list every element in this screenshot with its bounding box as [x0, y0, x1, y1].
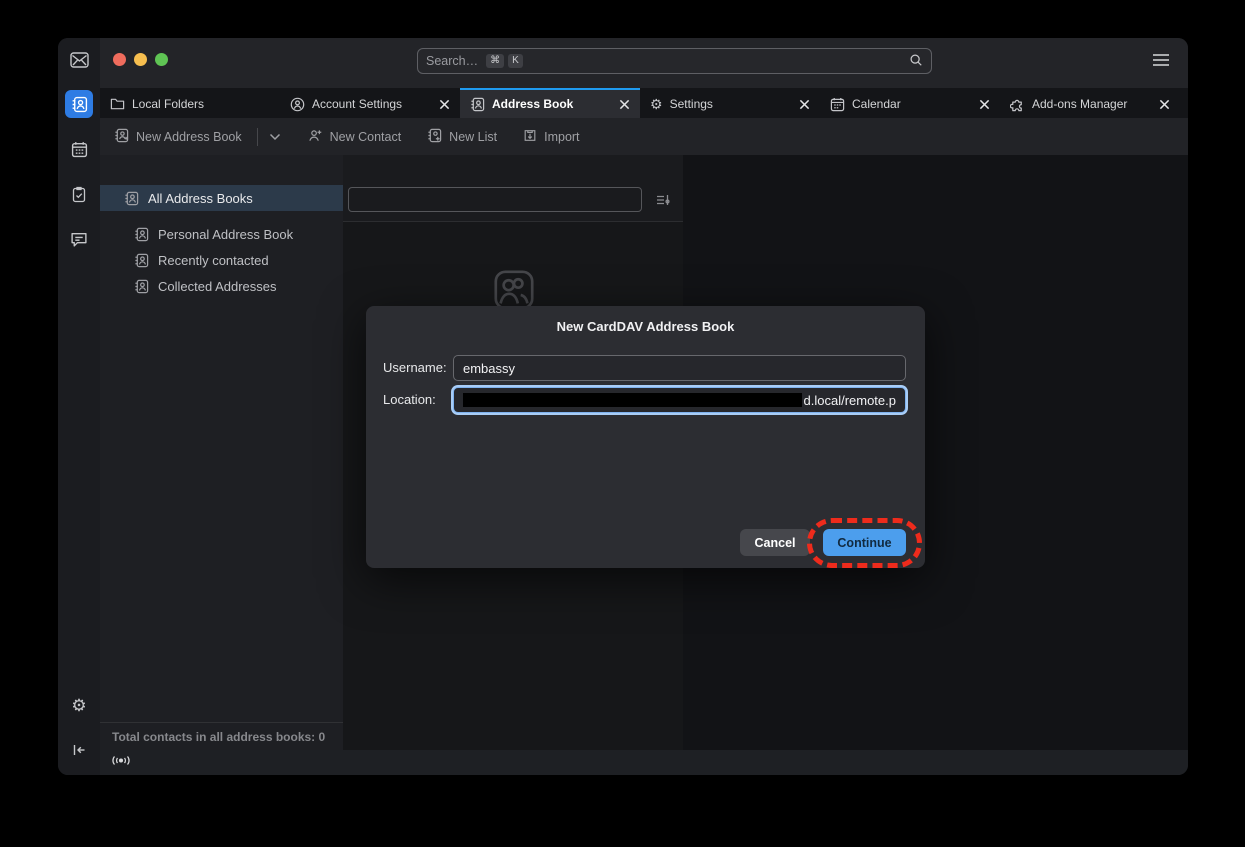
tab-settings[interactable]: ⚙ Settings	[640, 88, 820, 118]
tasks-tab-button[interactable]	[65, 180, 93, 208]
tab-label: Settings	[670, 97, 792, 111]
calendar-tab-button[interactable]	[65, 135, 93, 163]
sidebar-item-label: All Address Books	[148, 191, 253, 206]
dialog-buttons: Cancel Continue	[740, 529, 906, 556]
sidebar-item-label: Recently contacted	[158, 253, 269, 268]
calendar-icon	[71, 141, 88, 158]
chat-icon	[70, 231, 88, 248]
left-icon-rail: ⚙	[58, 38, 100, 775]
status-bar	[100, 750, 1188, 775]
minimize-window-button[interactable]	[134, 53, 147, 66]
new-contact-button[interactable]: New Contact	[307, 128, 402, 146]
cancel-button[interactable]: Cancel	[740, 529, 810, 556]
total-contacts-status: Total contacts in all address books: 0	[100, 722, 343, 750]
import-label: Import	[544, 130, 579, 144]
close-icon[interactable]	[799, 99, 810, 110]
traffic-lights	[113, 53, 168, 66]
broadcast-status-icon	[110, 753, 132, 773]
sidebar-item-recently-contacted[interactable]: Recently contacted	[100, 247, 343, 273]
address-book-toolbar: New Address Book New Contact New List	[100, 118, 1188, 155]
contacts-search-input[interactable]	[348, 187, 642, 212]
command-keycap: ⌘	[486, 54, 504, 68]
tab-label: Add-ons Manager	[1032, 97, 1152, 111]
close-icon[interactable]	[439, 99, 450, 110]
sidebar-item-label: Collected Addresses	[158, 279, 277, 294]
sidebar-item-label: Personal Address Book	[158, 227, 293, 242]
sidebar-item-personal-address-book[interactable]: Personal Address Book	[100, 221, 343, 247]
address-book-icon	[134, 227, 149, 242]
collapse-rail-button[interactable]	[65, 736, 93, 764]
new-list-label: New List	[449, 130, 497, 144]
person-add-icon	[307, 128, 323, 146]
account-icon	[290, 97, 305, 112]
username-value: embassy	[463, 361, 515, 376]
new-address-book-label: New Address Book	[136, 130, 242, 144]
k-keycap: K	[508, 54, 523, 68]
display-options-icon[interactable]	[655, 192, 671, 213]
username-label: Username:	[383, 355, 447, 381]
import-icon	[523, 128, 537, 146]
import-button[interactable]: Import	[523, 128, 579, 146]
new-contact-label: New Contact	[330, 130, 402, 144]
tab-label: Address Book	[492, 97, 612, 111]
new-carddav-dialog: New CardDAV Address Book Username: embas…	[366, 306, 925, 568]
close-window-button[interactable]	[113, 53, 126, 66]
global-search-input[interactable]: Search… ⌘ K	[417, 48, 932, 74]
chevron-down-icon[interactable]	[269, 130, 281, 144]
sidebar-item-all-address-books[interactable]: All Address Books	[100, 185, 343, 211]
gear-icon: ⚙	[71, 697, 86, 714]
tab-label: Local Folders	[132, 97, 270, 111]
address-book-icon	[134, 279, 149, 294]
new-list-button[interactable]: New List	[427, 128, 497, 146]
hamburger-icon	[1152, 54, 1170, 71]
tab-label: Calendar	[852, 97, 972, 111]
contacts-list-header	[343, 155, 683, 222]
toolbar-divider	[257, 128, 258, 146]
address-book-icon	[134, 253, 149, 268]
location-label: Location:	[383, 387, 436, 413]
address-book-icon	[124, 191, 139, 206]
location-field[interactable]: d.local/remote.p	[453, 387, 906, 413]
calendar-icon	[830, 97, 845, 112]
mail-icon	[70, 52, 89, 68]
tab-local-folders[interactable]: Local Folders	[100, 88, 280, 118]
search-icon	[909, 53, 923, 70]
close-icon[interactable]	[979, 99, 990, 110]
tab-label: Account Settings	[312, 97, 432, 111]
app-window: ⚙ Search… ⌘ K	[58, 38, 1188, 775]
app-menu-button[interactable]	[1152, 53, 1170, 72]
close-icon[interactable]	[619, 99, 630, 110]
puzzle-icon	[1010, 97, 1025, 112]
close-icon[interactable]	[1159, 99, 1170, 110]
address-book-icon	[71, 96, 88, 113]
redaction-bar	[463, 393, 802, 407]
dialog-title: New CardDAV Address Book	[366, 319, 925, 334]
gear-icon: ⚙	[650, 97, 663, 111]
tasks-icon	[71, 186, 87, 203]
address-book-tab-button[interactable]	[65, 90, 93, 118]
list-add-icon	[427, 128, 442, 146]
mail-tab-button[interactable]	[65, 46, 93, 74]
continue-button[interactable]: Continue	[823, 529, 906, 556]
sidebar-item-collected-addresses[interactable]: Collected Addresses	[100, 273, 343, 299]
tab-account-settings[interactable]: Account Settings	[280, 88, 460, 118]
tab-calendar[interactable]: Calendar	[820, 88, 1000, 118]
address-book-icon	[470, 97, 485, 112]
tab-address-book[interactable]: Address Book	[460, 88, 640, 118]
search-placeholder: Search…	[426, 54, 478, 68]
titlebar: Search… ⌘ K	[100, 38, 1188, 88]
username-field[interactable]: embassy	[453, 355, 906, 381]
address-books-sidebar: All Address Books Personal Address Book …	[100, 155, 343, 750]
zoom-window-button[interactable]	[155, 53, 168, 66]
settings-rail-button[interactable]: ⚙	[65, 691, 93, 719]
folder-icon	[110, 97, 125, 111]
tab-addons-manager[interactable]: Add-ons Manager	[1000, 88, 1180, 118]
chat-tab-button[interactable]	[65, 225, 93, 253]
new-address-book-button[interactable]: New Address Book	[114, 128, 281, 146]
tab-bar: Local Folders Account Settings Address B…	[100, 88, 1188, 118]
location-value-tail: d.local/remote.p	[804, 393, 897, 408]
collapse-icon	[71, 742, 88, 758]
address-book-icon	[114, 128, 129, 146]
